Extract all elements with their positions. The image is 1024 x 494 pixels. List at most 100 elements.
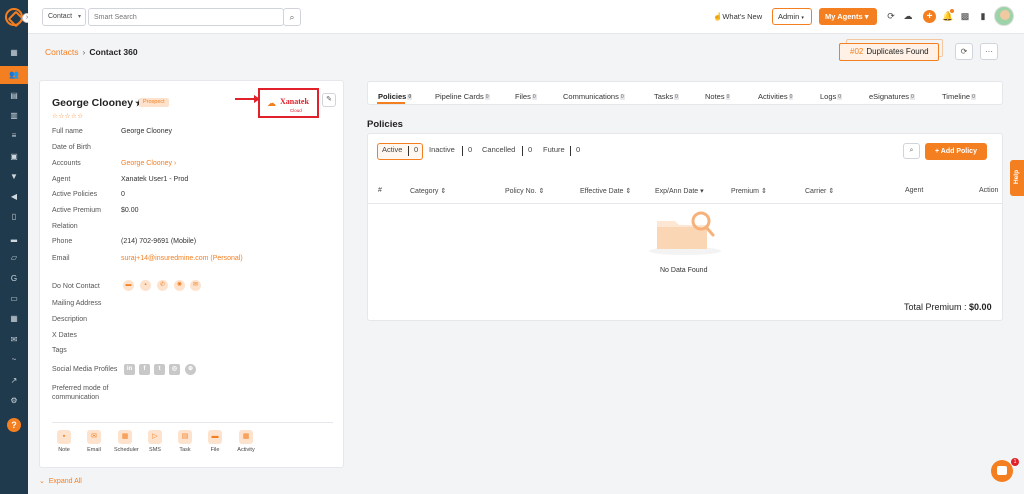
admin-select[interactable]: Admin ▾ [772, 8, 812, 25]
dnc-mail-icon[interactable]: ✉ [190, 280, 201, 291]
dashboard-icon[interactable]: ▦ [9, 48, 19, 57]
device-icon[interactable]: ▮ [978, 11, 988, 22]
campaign-icon[interactable]: ◀ [9, 192, 19, 201]
twitter-icon[interactable]: t [154, 364, 165, 375]
smart-search-input[interactable] [88, 8, 284, 26]
instagram-icon[interactable]: ◎ [169, 364, 180, 375]
app-logo-icon[interactable] [5, 8, 23, 26]
tab-esignatures[interactable]: eSignatures 0 [869, 92, 915, 101]
chat-bubble-icon[interactable] [991, 460, 1013, 482]
add-policy-button[interactable]: + Add Policy [925, 143, 987, 160]
help-tab[interactable]: Help [1010, 160, 1024, 196]
column-header-premium[interactable]: Premium ⇕ [731, 187, 767, 195]
duplicates-found-button[interactable]: #02 Duplicates Found [839, 43, 939, 61]
form-icon[interactable]: ▭ [9, 294, 19, 303]
dnc-sms-icon[interactable]: ▪ [140, 280, 151, 291]
accounts-icon[interactable]: ▥ [9, 111, 19, 120]
tab-pipeline-cards[interactable]: Pipeline Cards 0 [435, 92, 490, 101]
filter-active-count: 0 [414, 145, 419, 154]
rating-stars[interactable]: ☆☆☆☆☆ [52, 112, 84, 120]
sms-action[interactable]: ▷ SMS [144, 430, 166, 453]
analytics-icon[interactable]: ↗ [9, 376, 19, 385]
tab-notes[interactable]: Notes 0 [705, 92, 731, 101]
search-scope-select[interactable]: Contact ▾ [42, 8, 86, 26]
activity-action[interactable]: ▦ Activity [235, 430, 257, 453]
add-icon[interactable]: + [923, 10, 936, 23]
breadcrumb-contacts[interactable]: Contacts [45, 47, 79, 57]
filter-icon[interactable]: ▼ [9, 172, 19, 181]
activity-icon: ▦ [239, 430, 253, 444]
folder-icon[interactable]: ▱ [9, 253, 19, 262]
edit-icon[interactable]: ✎ [322, 93, 336, 107]
documents-icon[interactable]: ▤ [9, 91, 19, 100]
filter-separator [522, 146, 523, 156]
avatar[interactable] [994, 6, 1014, 26]
field-label: Accounts [52, 160, 81, 167]
email-link[interactable]: suraj+14@insuredmine.com (Personal) [121, 255, 243, 262]
cloud-icon[interactable]: ☁ [903, 11, 913, 22]
active-tab-indicator [377, 102, 405, 104]
more-options-icon[interactable]: ··· [980, 43, 998, 60]
column-header: # [378, 187, 382, 194]
contact-card: George Clooney★ Prospect ☆☆☆☆☆ ☁ Xanatek… [39, 80, 344, 468]
phone-value[interactable]: (214) 702-9691 (Mobile) [121, 238, 196, 245]
sync-icon[interactable]: ⟳ [886, 11, 896, 22]
tab-files[interactable]: Files 0 [515, 92, 537, 101]
file-action[interactable]: ▬ File [204, 430, 226, 453]
xanatek-logo[interactable]: ☁ Xanatek Cloud [258, 88, 319, 118]
search-icon[interactable]: ⌕ [283, 8, 301, 26]
signature-icon[interactable]: ~ [9, 355, 19, 364]
column-header-exp-date[interactable]: Exp/Ann Date ▾ [655, 187, 704, 195]
field-value-active-policies: 0 [121, 191, 125, 198]
expand-all-link[interactable]: ⌄ Expand All [39, 477, 82, 485]
filter-cancelled[interactable]: Cancelled [482, 145, 515, 154]
email-action[interactable]: ✉ Email [83, 430, 105, 453]
tab-tasks[interactable]: Tasks 0 [654, 92, 679, 101]
tab-communications[interactable]: Communications 0 [563, 92, 625, 101]
help-circle-icon[interactable]: ? [7, 418, 21, 432]
notes-icon[interactable]: ▯ [9, 212, 19, 221]
note-action[interactable]: ▪ Note [53, 430, 75, 453]
scheduler-action[interactable]: ▦ Scheduler [114, 430, 139, 453]
tab-activities[interactable]: Activities 0 [758, 92, 794, 101]
filter-separator [570, 146, 571, 156]
filter-separator [408, 146, 409, 156]
policy-search-icon[interactable]: ⌕ [903, 143, 920, 159]
dnc-chat-icon[interactable]: ▬ [123, 280, 134, 291]
notification-dot [950, 9, 954, 13]
tab-logs[interactable]: Logs 0 [820, 92, 843, 101]
field-value-agent: Xanatek User1 - Prod [121, 176, 189, 183]
dnc-phone-icon[interactable]: ✆ [157, 280, 168, 291]
task-action[interactable]: ▤ Task [174, 430, 196, 453]
contacts-icon[interactable]: 👥 [0, 66, 28, 84]
google-icon[interactable]: G [9, 274, 19, 283]
chip-icon[interactable]: ▩ [960, 11, 970, 22]
linkedin-icon[interactable]: in [124, 364, 135, 375]
filter-active[interactable]: Active [382, 145, 402, 154]
calendar-icon[interactable]: ▦ [9, 314, 19, 323]
column-header-carrier[interactable]: Carrier ⇕ [805, 187, 834, 195]
tab-timeline[interactable]: Timeline 0 [942, 92, 976, 101]
cards-icon[interactable]: ▣ [9, 152, 19, 161]
tags-label: Tags [52, 347, 67, 354]
filter-inactive[interactable]: Inactive [429, 145, 455, 154]
tab-policies[interactable]: Policies 0 [378, 92, 413, 101]
filter-future[interactable]: Future [543, 145, 565, 154]
field-label: Active Policies [52, 191, 98, 198]
column-header-effective-date[interactable]: Effective Date ⇕ [580, 187, 631, 195]
my-agents-button[interactable]: My Agents ▾ [819, 8, 877, 25]
dnc-sun-icon[interactable]: ✺ [174, 280, 185, 291]
whats-new-link[interactable]: ☝What's New [713, 12, 762, 21]
column-header-category[interactable]: Category ⇕ [410, 187, 446, 195]
reports-icon[interactable]: ▂ [9, 233, 19, 242]
facebook-icon[interactable]: f [139, 364, 150, 375]
mail-icon[interactable]: ✉ [9, 335, 19, 344]
accounts-link[interactable]: George Clooney › [121, 160, 176, 167]
refresh-icon[interactable]: ⟳ [955, 43, 973, 60]
settings-icon[interactable]: ⚙ [9, 396, 19, 405]
cloud-logo-icon: ☁ [267, 98, 276, 108]
column-header-policy-no[interactable]: Policy No. ⇕ [505, 187, 544, 195]
list-icon[interactable]: ≡ [9, 131, 19, 140]
filter-inactive-count: 0 [468, 145, 473, 154]
website-icon[interactable]: ⊕ [185, 364, 196, 375]
